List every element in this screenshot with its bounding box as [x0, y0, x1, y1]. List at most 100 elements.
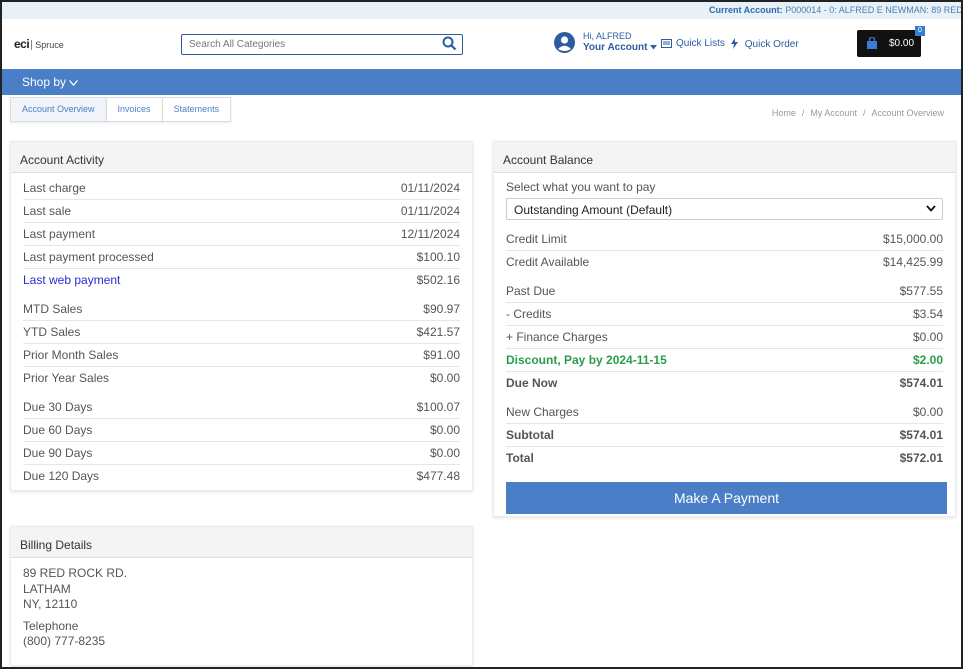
row-value: $100.07: [416, 400, 460, 414]
address-line: LATHAM: [23, 581, 71, 596]
breadcrumb-current: Account Overview: [871, 108, 944, 118]
row-label: Due 120 Days: [23, 469, 100, 483]
row-value: $0.00: [912, 405, 943, 419]
breadcrumb-my-account[interactable]: My Account: [810, 108, 857, 118]
telephone-value: (800) 777-8235: [23, 634, 106, 648]
row-value: $0.00: [429, 371, 460, 385]
row-label: Last payment: [23, 227, 96, 241]
row-label: - Credits: [506, 307, 552, 321]
eci-spruce-logo[interactable]: eci Spruce: [14, 37, 64, 51]
list-item: Credit Limit $15,000.00: [506, 228, 943, 251]
row-label: Last charge: [23, 181, 86, 195]
lightning-icon: [731, 38, 738, 49]
quick-lists-label: Quick Lists: [676, 38, 725, 49]
search-icon[interactable]: [442, 36, 457, 54]
telephone-label: Telephone: [23, 618, 79, 633]
row-label: New Charges: [506, 405, 579, 419]
quick-lists-link[interactable]: Quick Lists: [661, 38, 725, 49]
list-item: Last sale 01/11/2024: [23, 200, 460, 223]
search-box: [181, 34, 463, 55]
tab-account-overview[interactable]: Account Overview: [10, 97, 107, 122]
chevron-down-icon: [69, 80, 79, 86]
logo-spruce: Spruce: [31, 40, 64, 50]
list-item: Last payment 12/11/2024: [23, 223, 460, 246]
list-item: Due 90 Days $0.00: [23, 442, 460, 465]
row-label: Last payment processed: [23, 250, 154, 264]
list-item: Past Due $577.55: [506, 280, 943, 303]
shop-by-label: Shop by: [22, 75, 67, 89]
subtotal-row: Subtotal $574.01: [506, 424, 943, 447]
last-web-payment-link[interactable]: Last web payment: [23, 269, 120, 292]
cart-count-badge: 0: [915, 26, 925, 36]
row-label: Last sale: [23, 204, 72, 218]
row-value: $574.01: [899, 428, 943, 442]
row-label: YTD Sales: [23, 325, 81, 339]
shopping-bag-icon: [866, 36, 878, 52]
row-label: Due 30 Days: [23, 400, 93, 414]
current-account-bar: Current Account: P000014 - 0: ALFRED E N…: [2, 2, 961, 19]
list-item: Last payment processed $100.10: [23, 246, 460, 269]
list-item: Prior Year Sales $0.00: [23, 367, 460, 390]
row-value: $502.16: [416, 273, 460, 287]
row-label: Discount, Pay by 2024-11-15: [506, 353, 667, 367]
chevron-down-icon: [650, 45, 658, 50]
row-label: Prior Month Sales: [23, 348, 119, 362]
total-row: Total $572.01: [506, 447, 943, 470]
pay-amount-selected: Outstanding Amount (Default): [514, 203, 673, 217]
row-value: $0.00: [912, 330, 943, 344]
breadcrumb-home[interactable]: Home: [772, 108, 796, 118]
account-balance-panel: Account Balance Select what you want to …: [493, 141, 956, 517]
account-activity-panel: Account Activity Last charge 01/11/2024 L…: [10, 141, 473, 491]
list-item: + Finance Charges $0.00: [506, 326, 943, 349]
list-item: Prior Month Sales $91.00: [23, 344, 460, 367]
row-value: $14,425.99: [882, 255, 943, 269]
row-value: $0.00: [429, 423, 460, 437]
row-label: Credit Limit: [506, 232, 567, 246]
list-item: Last charge 01/11/2024: [23, 177, 460, 200]
list-item: Credit Available $14,425.99: [506, 251, 943, 274]
discount-row: Discount, Pay by 2024-11-15 $2.00: [506, 349, 943, 372]
row-value: $3.54: [912, 307, 943, 321]
row-label: Total: [506, 451, 534, 465]
your-account-link[interactable]: Your Account: [583, 42, 658, 53]
cart-total: $0.00: [889, 38, 915, 49]
list-item: MTD Sales $90.97: [23, 298, 460, 321]
list-item: Due 60 Days $0.00: [23, 419, 460, 442]
make-payment-button[interactable]: Make A Payment: [506, 482, 947, 514]
tab-invoices[interactable]: Invoices: [105, 97, 163, 122]
quick-order-link[interactable]: Quick Order: [731, 38, 799, 50]
search-input[interactable]: [182, 35, 432, 54]
row-label: Due Now: [506, 376, 558, 390]
list-item: Due 30 Days $100.07: [23, 396, 460, 419]
row-value: $574.01: [899, 376, 943, 390]
row-value: $421.57: [416, 325, 460, 339]
cart-button[interactable]: $0.00 0: [857, 26, 925, 57]
tab-statements[interactable]: Statements: [161, 97, 232, 122]
list-item: - Credits $3.54: [506, 303, 943, 326]
quick-order-label: Quick Order: [744, 39, 799, 50]
list-item: Due 120 Days $477.48: [23, 465, 460, 488]
list-item: YTD Sales $421.57: [23, 321, 460, 344]
current-account-value[interactable]: P000014 - 0: ALFRED E NEWMAN: 89 RED ROC…: [785, 5, 961, 15]
row-value: $572.01: [899, 451, 943, 465]
panel-title: Account Balance: [494, 142, 955, 173]
row-label: Due 90 Days: [23, 446, 93, 460]
row-value: $2.00: [912, 353, 943, 367]
user-greeting: Hi, ALFRED: [583, 31, 632, 41]
row-label: Prior Year Sales: [23, 371, 110, 385]
account-tabs: Account Overview Invoices Statements: [10, 97, 232, 122]
row-label: Credit Available: [506, 255, 590, 269]
pay-amount-select[interactable]: Outstanding Amount (Default): [506, 198, 943, 220]
site-header: eciSpruce Hi, ALFRED Your Account Quick …: [2, 19, 961, 69]
row-value: 12/11/2024: [400, 227, 460, 241]
your-account-label: Your Account: [583, 42, 648, 53]
panel-title: Account Activity: [11, 142, 472, 173]
address-line: 89 RED ROCK RD.: [23, 566, 128, 580]
row-label: + Finance Charges: [506, 330, 608, 344]
due-now-row: Due Now $574.01: [506, 372, 943, 395]
list-item: New Charges $0.00: [506, 401, 943, 424]
shop-by-menu[interactable]: Shop by: [22, 75, 79, 89]
logo-eci: eci: [14, 37, 30, 51]
row-value: $477.48: [416, 469, 460, 483]
address-line: NY, 12110: [23, 597, 78, 611]
